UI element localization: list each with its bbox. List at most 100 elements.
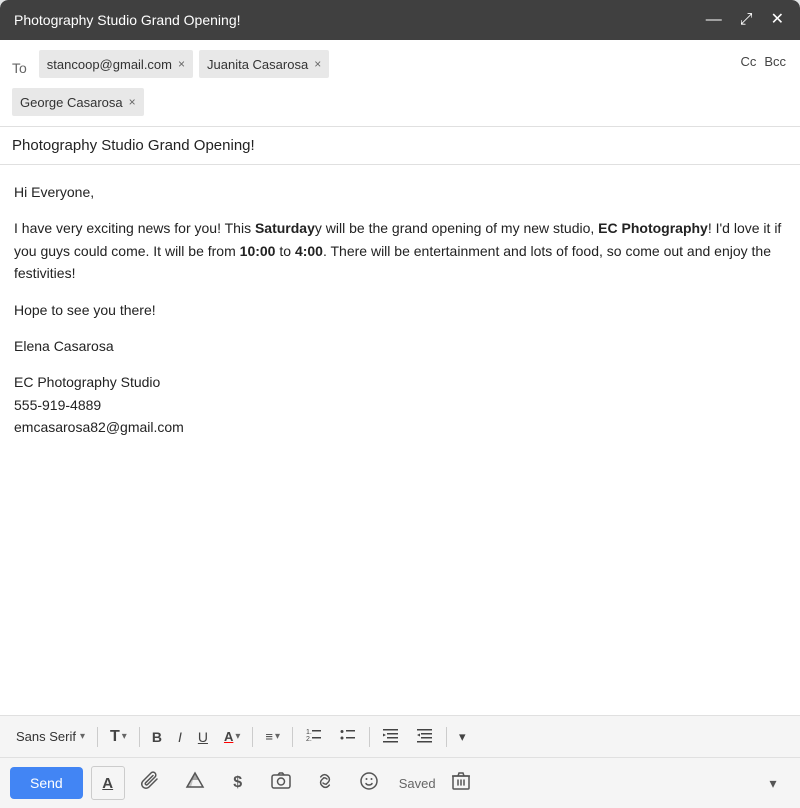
font-selector[interactable]: Sans Serif ▾ [10,725,91,748]
more-formatting-icon: ▾ [459,729,466,745]
indent-increase-button[interactable] [410,722,440,751]
font-color-button[interactable]: A ▾ [218,725,246,748]
font-color-icon: A [224,729,233,744]
to-label: To [12,50,27,82]
separator-4 [292,727,293,747]
body-text-mid1: y will be the grand opening of my new st… [315,220,598,236]
main-paragraph: I have very exciting news for you! This … [14,217,786,284]
body-text-pre: I have very exciting news for you! This [14,220,255,236]
italic-button[interactable]: I [172,725,188,749]
more-formatting-button[interactable]: ▾ [453,725,472,749]
signature-name: Elena Casarosa [14,335,786,357]
body-text-to: to [275,243,294,259]
attach-button[interactable] [133,766,169,800]
remove-recipient-3[interactable]: × [129,96,136,108]
font-size-chevron: ▾ [122,731,127,742]
svg-text:1.: 1. [306,729,312,736]
indent-increase-icon [416,726,434,747]
title-bar: Photography Studio Grand Opening! — ⤢ ✕ [0,0,800,40]
indent-decrease-button[interactable] [376,722,406,751]
cc-link[interactable]: Cc [740,54,756,69]
bullet-list-button[interactable] [333,722,363,751]
recipient-chip-1[interactable]: stancoop@gmail.com × [39,50,193,78]
minimize-button[interactable]: — [704,10,724,30]
bold-saturday: Saturday [255,220,315,236]
maximize-button[interactable]: ⤢ [738,10,755,30]
toolbar-area: Sans Serif ▾ T ▾ B I U [0,715,800,808]
greeting: Hi Everyone, [14,181,786,203]
money-button[interactable]: $ [221,766,255,800]
svg-text:2.: 2. [306,736,312,743]
font-color-chevron: ▾ [235,731,240,742]
delete-icon [452,771,470,796]
delete-button[interactable] [444,766,478,800]
emoji-button[interactable] [351,766,387,800]
signature-company: EC Photography Studio [14,374,160,390]
italic-icon: I [178,729,182,745]
photo-button[interactable] [263,766,299,800]
signature-block: EC Photography Studio 555-919-4889 emcas… [14,371,786,438]
subject-row: Photography Studio Grand Opening! [0,127,800,165]
recipient-chip-2[interactable]: Juanita Casarosa × [199,50,329,78]
attach-icon [141,771,161,796]
bcc-link[interactable]: Bcc [764,54,786,69]
window-title: Photography Studio Grand Opening! [14,12,241,28]
to-row-inner: To stancoop@gmail.com × Juanita Casarosa… [0,40,800,126]
recipient-email-1: stancoop@gmail.com [47,57,172,72]
hope-paragraph: Hope to see you there! [14,299,786,321]
format-text-button[interactable]: A [91,766,125,800]
link-button[interactable] [307,766,343,800]
underline-button[interactable]: U [192,725,214,749]
numbered-list-icon: 1. 2. [305,726,323,747]
separator-1 [97,727,98,747]
compose-window: Photography Studio Grand Opening! — ⤢ ✕ … [0,0,800,808]
subject-text: Photography Studio Grand Opening! [12,137,255,154]
money-icon: $ [233,774,242,792]
bold-button[interactable]: B [146,725,168,749]
recipient-chip-3[interactable]: George Casarosa × [12,88,144,116]
emoji-icon [359,771,379,796]
more-options-icon: ▾ [769,775,776,792]
remove-recipient-2[interactable]: × [314,58,321,70]
indent-decrease-icon [382,726,400,747]
font-size-button[interactable]: T ▾ [104,724,133,750]
link-icon [315,771,335,796]
recipient-name-2: Juanita Casarosa [207,57,308,72]
formatting-toolbar: Sans Serif ▾ T ▾ B I U [0,716,800,758]
separator-2 [139,727,140,747]
send-button[interactable]: Send [10,767,83,799]
font-selector-chevron: ▾ [80,731,85,742]
format-text-icon: A [102,775,113,792]
align-icon: ≡ [265,729,273,744]
photo-icon [271,771,291,796]
align-chevron: ▾ [275,731,280,742]
email-body[interactable]: Hi Everyone, I have very exciting news f… [0,165,800,715]
to-field-area[interactable]: To stancoop@gmail.com × Juanita Casarosa… [0,40,740,126]
align-button[interactable]: ≡ ▾ [259,725,286,748]
bold-ec-photography: EC Photography [598,220,708,236]
separator-6 [446,727,447,747]
drive-button[interactable] [177,766,213,800]
drive-icon [185,771,205,796]
font-size-icon: T [110,728,120,746]
signature-email: emcasarosa82@gmail.com [14,419,184,435]
bold-time-end: 4:00 [295,243,323,259]
separator-5 [369,727,370,747]
bold-icon: B [152,729,162,745]
numbered-list-button[interactable]: 1. 2. [299,722,329,751]
close-button[interactable]: ✕ [769,10,786,30]
underline-icon: U [198,729,208,745]
font-name: Sans Serif [16,729,76,744]
more-options-button[interactable]: ▾ [756,766,790,800]
cc-bcc-area: Cc Bcc [740,40,800,69]
title-bar-controls: — ⤢ ✕ [704,10,786,30]
saved-status: Saved [399,776,436,791]
bullet-list-icon [339,726,357,747]
action-toolbar: Send A [0,758,800,808]
to-field-wrapper: To stancoop@gmail.com × Juanita Casarosa… [0,40,800,127]
recipient-name-3: George Casarosa [20,95,123,110]
signature-phone: 555-919-4889 [14,397,101,413]
bold-time-start: 10:00 [240,243,276,259]
remove-recipient-1[interactable]: × [178,58,185,70]
separator-3 [252,727,253,747]
